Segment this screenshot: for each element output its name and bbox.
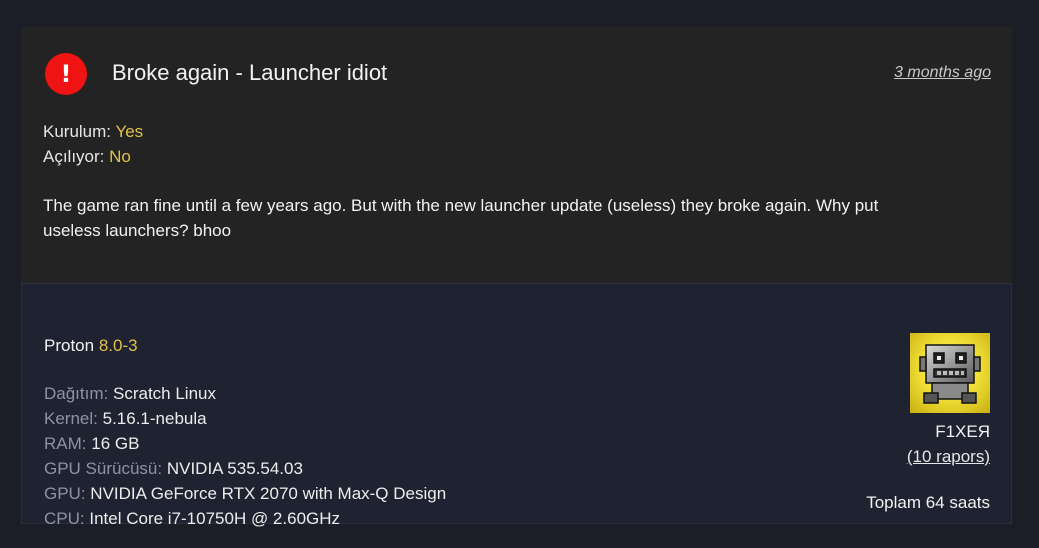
spec-ram: RAM: 16 GB [44,431,446,456]
spec-gpu-driver: GPU Sürücüsü: NVIDIA 535.54.03 [44,456,446,481]
alert-exclamation-icon: ! [45,53,87,95]
system-specs: Dağıtım: Scratch Linux Kernel: 5.16.1-ne… [44,381,446,531]
spec-value: Intel Core i7-10750H @ 2.60GHz [89,509,341,528]
spec-value: 16 GB [91,434,140,453]
spec-kernel: Kernel: 5.16.1-nebula [44,406,446,431]
field-value: Yes [115,122,144,141]
report-timestamp-link[interactable]: 3 months ago [894,64,991,82]
proton-version: Proton 8.0-3 [44,336,138,356]
spec-value: 5.16.1-nebula [102,409,207,428]
spec-label: Dağıtım: [44,384,109,403]
spec-label: GPU: [44,484,86,503]
proton-label: Proton [44,336,95,355]
spec-label: CPU: [44,509,85,528]
spec-label: GPU Sürücüsü: [44,459,163,478]
report-body: The game ran fine until a few years ago.… [43,196,879,240]
system-info-section: Proton 8.0-3 Dağıtım: Scratch Linux Kern… [21,284,1012,528]
spec-value: NVIDIA GeForce RTX 2070 with Max-Q Desig… [90,484,447,503]
field-kurulum: Kurulum: Yes [43,122,143,142]
username: F1XEЯ [935,422,990,441]
spec-label: RAM: [44,434,87,453]
field-label: Kurulum: [43,122,112,141]
user-avatar[interactable] [910,333,990,413]
spec-gpu: GPU: NVIDIA GeForce RTX 2070 with Max-Q … [44,481,446,506]
alert-symbol: ! [60,60,72,88]
spec-value: NVIDIA 535.54.03 [166,459,303,478]
proton-version-value: 8.0-3 [98,336,138,355]
report-card: ! Broke again - Launcher idiot 3 months … [21,27,1012,528]
user-reports-link[interactable]: (10 rapors) [907,447,990,467]
robot-avatar-icon [919,344,981,404]
spec-value: Scratch Linux [112,384,216,403]
field-aciliyor: Açılıyor: No [43,147,131,167]
spec-distro: Dağıtım: Scratch Linux [44,381,446,406]
field-label: Açılıyor: [43,147,105,166]
report-title: Broke again - Launcher idiot [112,60,388,85]
spec-cpu: CPU: Intel Core i7-10750H @ 2.60GHz [44,506,446,531]
field-value: No [109,147,131,166]
spec-label: Kernel: [44,409,98,428]
user-playtime: Toplam 64 saats [866,493,990,512]
report-header-section: ! Broke again - Launcher idiot 3 months … [21,27,1012,284]
